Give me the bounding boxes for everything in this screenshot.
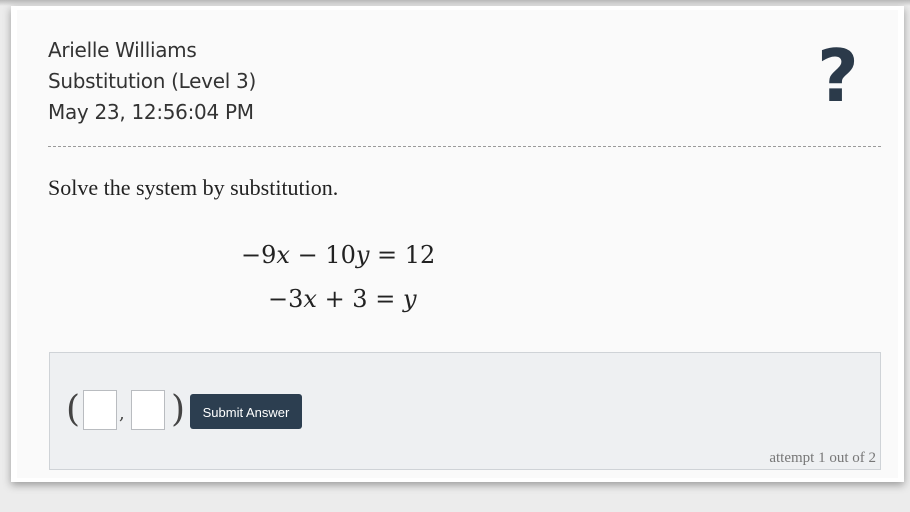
- equation-1: −9x − 10y = 12: [241, 241, 436, 269]
- answer-area: ( , ) Submit Answer attempt 1 out of 2: [49, 352, 881, 470]
- submit-answer-button[interactable]: Submit Answer: [190, 394, 302, 429]
- timestamp: May 23, 12:56:04 PM: [48, 100, 254, 124]
- open-paren: (: [66, 389, 81, 430]
- y-coordinate-input[interactable]: [131, 390, 165, 430]
- assignment-title: Substitution (Level 3): [48, 69, 256, 93]
- help-question-icon[interactable]: ?: [817, 40, 859, 112]
- attempt-counter: attempt 1 out of 2: [769, 450, 876, 466]
- close-paren: ): [171, 389, 186, 430]
- problem-card-inner: Arielle Williams Substitution (Level 3) …: [17, 10, 898, 478]
- student-name: Arielle Williams: [48, 38, 197, 62]
- divider: [48, 146, 881, 147]
- equation-2: −3x + 3 = y: [268, 285, 417, 313]
- problem-card: Arielle Williams Substitution (Level 3) …: [11, 6, 904, 482]
- problem-prompt: Solve the system by substitution.: [48, 175, 339, 200]
- x-coordinate-input[interactable]: [83, 390, 117, 430]
- comma: ,: [119, 403, 125, 424]
